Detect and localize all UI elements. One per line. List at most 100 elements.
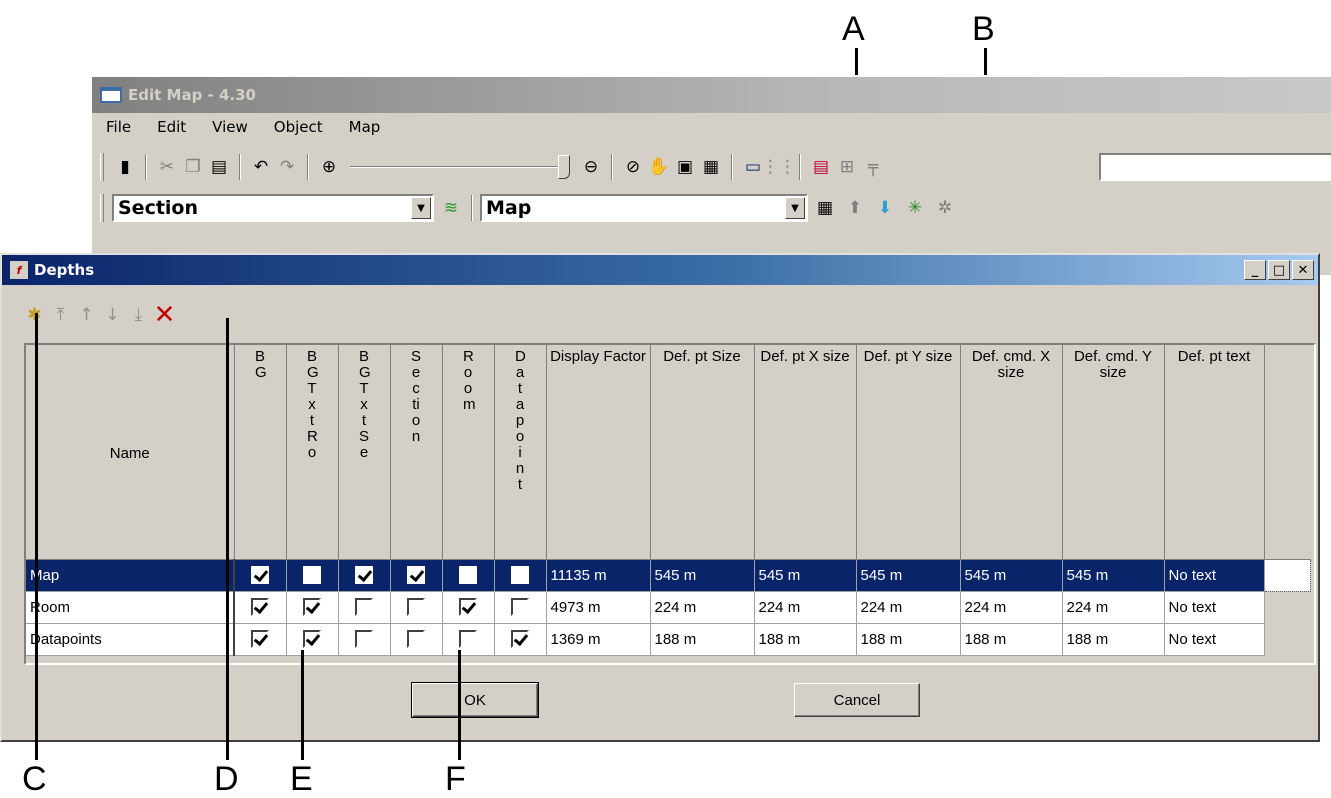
column-header-display-factor[interactable]: Display Factor [546, 345, 651, 560]
map-search-input[interactable] [1099, 153, 1331, 181]
checkbox[interactable] [459, 630, 477, 649]
row-name-cell[interactable]: Datapoints [26, 623, 235, 656]
section-combo[interactable]: Section ▼ [112, 194, 434, 222]
checkbox[interactable] [511, 598, 529, 617]
checkbox[interactable] [251, 598, 270, 617]
split-depth-icon[interactable]: ✳ [902, 195, 928, 221]
column-header-bg[interactable]: BG [234, 345, 287, 560]
cell-cmd-y[interactable]: 545 m [1062, 559, 1165, 592]
column-header-def-pt-x[interactable]: Def. pt X size [754, 345, 857, 560]
zoom-out-icon[interactable]: ⊖ [578, 154, 604, 180]
checkbox[interactable] [303, 566, 321, 585]
cell-pt-x[interactable]: 224 m [754, 591, 857, 624]
move-up-icon[interactable]: ↑ [78, 303, 95, 327]
checkbox[interactable] [511, 566, 529, 585]
cell-display-factor[interactable]: 1369 m [546, 623, 651, 656]
checkbox[interactable] [459, 598, 477, 617]
row-name-cell[interactable]: Map [26, 559, 235, 592]
checkbox[interactable] [459, 566, 477, 585]
table-row[interactable]: Datapoints 1369 m 188 m 188 m 188 m 188 m 188 … [26, 623, 1310, 656]
table-row[interactable]: Room 4973 m 224 m 224 m 224 m 224 m 224 m No te… [26, 591, 1310, 624]
settings-gear-icon[interactable]: ✲ [932, 195, 958, 221]
menu-view[interactable]: View [212, 118, 248, 136]
redo-icon[interactable]: ↷ [274, 154, 300, 180]
checkbox[interactable] [407, 630, 425, 649]
cell-cmd-x[interactable]: 188 m [960, 623, 1063, 656]
chevron-down-icon[interactable]: ▼ [785, 197, 805, 219]
cell-cmd-y[interactable]: 188 m [1062, 623, 1165, 656]
cell-display-factor[interactable]: 11135 m [546, 559, 651, 592]
menu-file[interactable]: File [106, 118, 131, 136]
cell-cmd-x[interactable]: 224 m [960, 591, 1063, 624]
column-header-name[interactable]: Name [26, 345, 235, 560]
menu-edit[interactable]: Edit [157, 118, 186, 136]
maximize-icon[interactable]: □ [1268, 260, 1290, 280]
cell-pt-y[interactable]: 224 m [856, 591, 961, 624]
add-box-icon[interactable]: ⊞ [834, 154, 860, 180]
cell-pt-text[interactable]: No text [1164, 559, 1265, 592]
minimize-icon[interactable]: _ [1244, 260, 1266, 280]
cell-pt-x[interactable]: 188 m [754, 623, 857, 656]
move-up-arrow-icon[interactable]: ⬆ [842, 195, 868, 221]
cut-icon[interactable]: ✂ [154, 154, 180, 180]
grid-dots-icon[interactable]: ⋮⋮ [762, 154, 796, 180]
move-down-arrow-icon[interactable]: ⬇ [872, 195, 898, 221]
cell-cmd-y[interactable]: 224 m [1062, 591, 1165, 624]
properties-icon[interactable]: ▮ [112, 154, 138, 180]
column-header-bg-txt-se[interactable]: BG Txt Se [338, 345, 391, 560]
background-image-icon[interactable]: ▦ [698, 154, 724, 180]
cell-pt-size[interactable]: 188 m [650, 623, 755, 656]
select-group-icon[interactable]: ▤ [808, 154, 834, 180]
cell-pt-text[interactable]: No text [1164, 591, 1265, 624]
delete-depth-icon[interactable]: ✕ [154, 300, 176, 330]
checkbox[interactable] [303, 630, 321, 649]
checkbox[interactable] [303, 598, 321, 617]
row-name-cell[interactable]: Room [26, 591, 235, 624]
align-icon[interactable]: ╤ [860, 154, 886, 180]
checkbox[interactable] [355, 630, 373, 649]
toolbar-grip[interactable] [100, 153, 104, 181]
column-header-def-pt-text[interactable]: Def. pt text [1164, 345, 1265, 560]
column-header-section[interactable]: Section [390, 345, 443, 560]
ok-button[interactable]: OK [411, 682, 539, 718]
cell-pt-text[interactable]: No text [1164, 623, 1265, 656]
column-header-def-pt-size[interactable]: Def. pt Size [650, 345, 755, 560]
column-header-def-cmd-y[interactable]: Def. cmd. Y size [1062, 345, 1165, 560]
chevron-down-icon[interactable]: ▼ [411, 197, 431, 219]
checkbox[interactable] [251, 566, 270, 585]
depths-table-icon[interactable]: ▦ [812, 195, 838, 221]
move-top-icon[interactable]: ⤒ [52, 303, 69, 327]
cell-pt-y[interactable]: 545 m [856, 559, 961, 592]
zoom-1to1-icon[interactable]: ▣ [672, 154, 698, 180]
close-icon[interactable]: ✕ [1292, 260, 1314, 280]
zoom-slider-thumb[interactable] [558, 155, 570, 179]
copy-icon[interactable]: ❐ [180, 154, 206, 180]
depths-grid[interactable]: Name BG BG Txt Ro BG Txt Se Section Room… [24, 343, 1316, 665]
cell-display-factor[interactable]: 4973 m [546, 591, 651, 624]
column-header-def-pt-y[interactable]: Def. pt Y size [856, 345, 961, 560]
cell-pt-size[interactable]: 224 m [650, 591, 755, 624]
paste-icon[interactable]: ▤ [206, 154, 232, 180]
cell-cmd-x[interactable]: 545 m [960, 559, 1063, 592]
checkbox[interactable] [355, 598, 373, 617]
checkbox[interactable] [251, 630, 270, 649]
zoom-window-icon[interactable]: ⊘ [620, 154, 646, 180]
cell-pt-x[interactable]: 545 m [754, 559, 857, 592]
table-row[interactable]: Map 11135 m 545 m 545 m 545 m 545 m 545 m No te… [26, 558, 1311, 592]
checkbox[interactable] [355, 566, 373, 585]
zoom-in-icon[interactable]: ⊕ [316, 154, 342, 180]
cell-pt-y[interactable]: 188 m [856, 623, 961, 656]
checkbox[interactable] [407, 598, 425, 617]
menu-object[interactable]: Object [274, 118, 323, 136]
layers-icon[interactable]: ≋ [438, 195, 464, 221]
checkbox[interactable] [511, 630, 529, 649]
move-down-icon[interactable]: ↓ [104, 303, 121, 327]
pan-hand-icon[interactable]: ✋ [646, 154, 672, 180]
column-header-datapoint[interactable]: Datapoint [494, 345, 547, 560]
undo-icon[interactable]: ↶ [248, 154, 274, 180]
column-header-room[interactable]: Room [442, 345, 495, 560]
zoom-slider[interactable] [350, 154, 570, 180]
map-combo[interactable]: Map ▼ [480, 194, 808, 222]
menu-map[interactable]: Map [349, 118, 381, 136]
column-header-bg-txt-ro[interactable]: BG Txt Ro [286, 345, 339, 560]
